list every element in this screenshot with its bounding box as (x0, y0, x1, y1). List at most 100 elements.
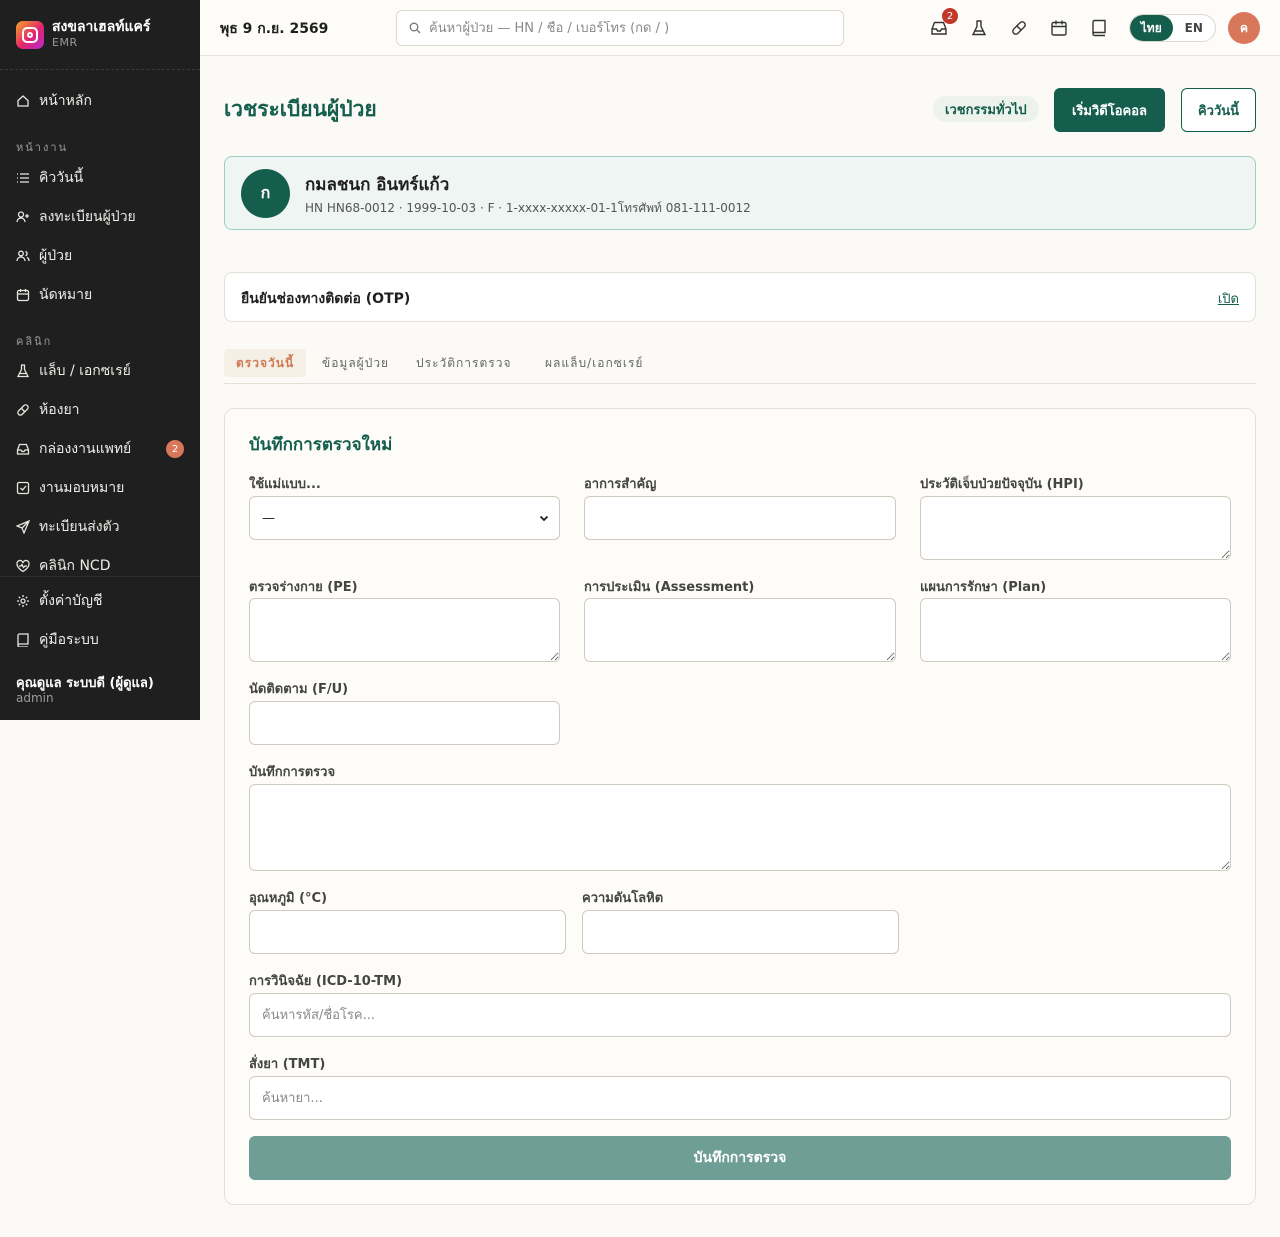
sidebar-item-referrals[interactable]: ทะเบียนส่งตัว (16, 516, 184, 538)
lang-en-button[interactable]: EN (1173, 15, 1216, 41)
check-square-icon (16, 481, 30, 495)
heart-pulse-icon (16, 559, 30, 573)
sidebar-item-doctor-inbox[interactable]: กล่องงานแพทย์ 2 (16, 438, 184, 460)
template-select[interactable]: — (249, 496, 560, 540)
sidebar-item-tasks[interactable]: งานมอบหมาย (16, 477, 184, 499)
temperature-input[interactable] (249, 910, 566, 954)
tab-lab-xray[interactable]: ผลแล็บ/เอกซเรย์ (533, 349, 655, 377)
template-label: ใช้แม่แบบ... (249, 477, 321, 492)
diagnosis-label: การวินิจฉัย (ICD-10-TM) (249, 974, 403, 989)
sidebar-item-label: ตั้งค่าบัญชี (39, 593, 103, 609)
flask-icon (16, 364, 30, 378)
hpi-textarea[interactable] (920, 496, 1231, 560)
sidebar-item-label: ห้องยา (39, 402, 80, 418)
sidebar-item-manual[interactable]: คู่มือระบบ (16, 629, 184, 651)
sidebar-item-settings[interactable]: ตั้งค่าบัญชี (16, 590, 184, 612)
pe-label: ตรวจร่างกาย (PE) (249, 580, 358, 595)
patient-card: ก กมลชนก อินทร์แก้ว HN HN68-0012 · 1999-… (224, 156, 1256, 230)
pe-textarea[interactable] (249, 598, 560, 662)
pill-icon (16, 403, 30, 417)
manual-button[interactable] (1089, 18, 1109, 38)
patient-search[interactable] (396, 10, 844, 46)
search-icon (409, 22, 421, 34)
drug-search-input[interactable] (249, 1076, 1231, 1120)
diagnosis-search-input[interactable] (249, 993, 1231, 1037)
current-user-name: คุณดูแล ระบบดี (ผู้ดูแล) (16, 676, 154, 691)
plan-label: แผนการรักษา (Plan) (920, 580, 1047, 595)
brand[interactable]: สงขลาเฮลท์แคร์ EMR (0, 0, 200, 70)
tab-patient-info[interactable]: ข้อมูลผู้ป่วย (310, 349, 401, 377)
form-title: บันทึกการตรวจใหม่ (249, 435, 393, 455)
pill-icon (1012, 21, 1026, 35)
brand-name: สงขลาเฮลท์แคร์ (52, 19, 151, 35)
assessment-label: การประเมิน (Assessment) (584, 580, 755, 595)
visit-note-textarea[interactable] (249, 784, 1231, 871)
plan-textarea[interactable] (920, 598, 1231, 662)
sidebar-item-label: คลินิก NCD (39, 558, 111, 574)
sidebar-item-register[interactable]: ลงทะเบียนผู้ป่วย (16, 206, 184, 228)
calendar-icon (1051, 20, 1067, 36)
sidebar-item-appointments[interactable]: นัดหมาย (16, 284, 184, 306)
inbox-icon (16, 442, 30, 456)
tab-today-exam[interactable]: ตรวจวันนี้ (224, 349, 307, 377)
doctor-inbox-badge: 2 (166, 440, 184, 458)
calendar-icon (16, 288, 30, 302)
inbox-badge: 2 (942, 8, 958, 24)
follow-up-label: นัดติดตาม (F/U) (249, 682, 349, 697)
tab-visit-history[interactable]: ประวัติการตรวจ (404, 349, 524, 377)
lab-button[interactable] (969, 18, 989, 38)
sidebar-item-label: แล็บ / เอกซเรย์ (39, 363, 131, 379)
record-tabs: ตรวจวันนี้ ข้อมูลผู้ป่วย ประวัติการตรวจ … (224, 346, 1256, 384)
send-icon (16, 520, 30, 534)
assessment-textarea[interactable] (584, 598, 896, 662)
visit-note-label: บันทึกการตรวจ (249, 765, 336, 780)
otp-panel: ยืนยันช่องทางติดต่อ (OTP) เปิด (224, 272, 1256, 322)
sidebar: สงขลาเฮลท์แคร์ EMR หน้าหลัก หน้างาน คิวว… (0, 0, 200, 720)
book-icon (1092, 19, 1106, 37)
sidebar-item-label: คู่มือระบบ (39, 632, 99, 648)
temperature-label: อุณหภูมิ (°C) (249, 891, 328, 906)
blood-pressure-input[interactable] (582, 910, 899, 954)
user-plus-icon (16, 210, 30, 224)
language-toggle[interactable]: ไทย EN (1129, 14, 1216, 42)
otp-title: ยืนยันช่องทางติดต่อ (OTP) (241, 291, 411, 307)
sidebar-item-ncd[interactable]: คลินิก NCD (16, 555, 184, 577)
sidebar-item-queue[interactable]: คิววันนี้ (16, 167, 184, 189)
sidebar-item-label: หน้าหลัก (39, 93, 92, 109)
sidebar-item-label: ลงทะเบียนผู้ป่วย (39, 209, 136, 225)
search-input[interactable] (429, 20, 829, 36)
lang-th-button[interactable]: ไทย (1130, 15, 1173, 41)
sidebar-item-label: นัดหมาย (39, 287, 93, 303)
start-video-call-button[interactable]: เริ่มวิดีโอคอล (1054, 88, 1165, 132)
hpi-label: ประวัติเจ็บป่วยปัจจุบัน (HPI) (920, 477, 1084, 492)
current-date: พุธ 9 ก.ย. 2569 (220, 21, 329, 37)
brand-sub: EMR (52, 36, 78, 49)
avatar[interactable]: ค (1228, 12, 1260, 44)
list-icon (16, 171, 30, 185)
sidebar-item-label: กล่องงานแพทย์ (39, 441, 132, 457)
prescription-label: สั่งยา (TMT) (249, 1057, 326, 1072)
sidebar-divider (0, 576, 200, 577)
chevron-down-icon (539, 515, 549, 522)
pharmacy-button[interactable] (1009, 18, 1029, 38)
otp-open-link[interactable]: เปิด (1218, 288, 1239, 309)
follow-up-input[interactable] (249, 701, 560, 745)
sidebar-item-pharmacy[interactable]: ห้องยา (16, 399, 184, 421)
flask-icon (971, 20, 987, 36)
calendar-button[interactable] (1049, 18, 1069, 38)
chief-complaint-input[interactable] (584, 496, 896, 540)
sidebar-item-patients[interactable]: ผู้ป่วย (16, 245, 184, 267)
save-visit-button[interactable]: บันทึกการตรวจ (249, 1136, 1231, 1180)
queue-today-button[interactable]: คิววันนี้ (1181, 88, 1256, 132)
sidebar-section-work: หน้างาน (16, 141, 69, 154)
topbar: พุธ 9 ก.ย. 2569 2 ไทย EN ค (200, 0, 1280, 56)
patient-avatar: ก (241, 169, 290, 218)
blood-pressure-label: ความดันโลหิต (582, 891, 664, 906)
department-chip: เวชกรรมทั่วไป (933, 96, 1039, 122)
sidebar-item-lab[interactable]: แล็บ / เอกซเรย์ (16, 360, 184, 382)
sidebar-item-label: ผู้ป่วย (39, 248, 73, 264)
chief-complaint-label: อาการสำคัญ (584, 477, 657, 492)
sidebar-item-label: งานมอบหมาย (39, 480, 125, 496)
sidebar-item-label: คิววันนี้ (39, 170, 84, 186)
sidebar-item-home[interactable]: หน้าหลัก (16, 90, 184, 112)
